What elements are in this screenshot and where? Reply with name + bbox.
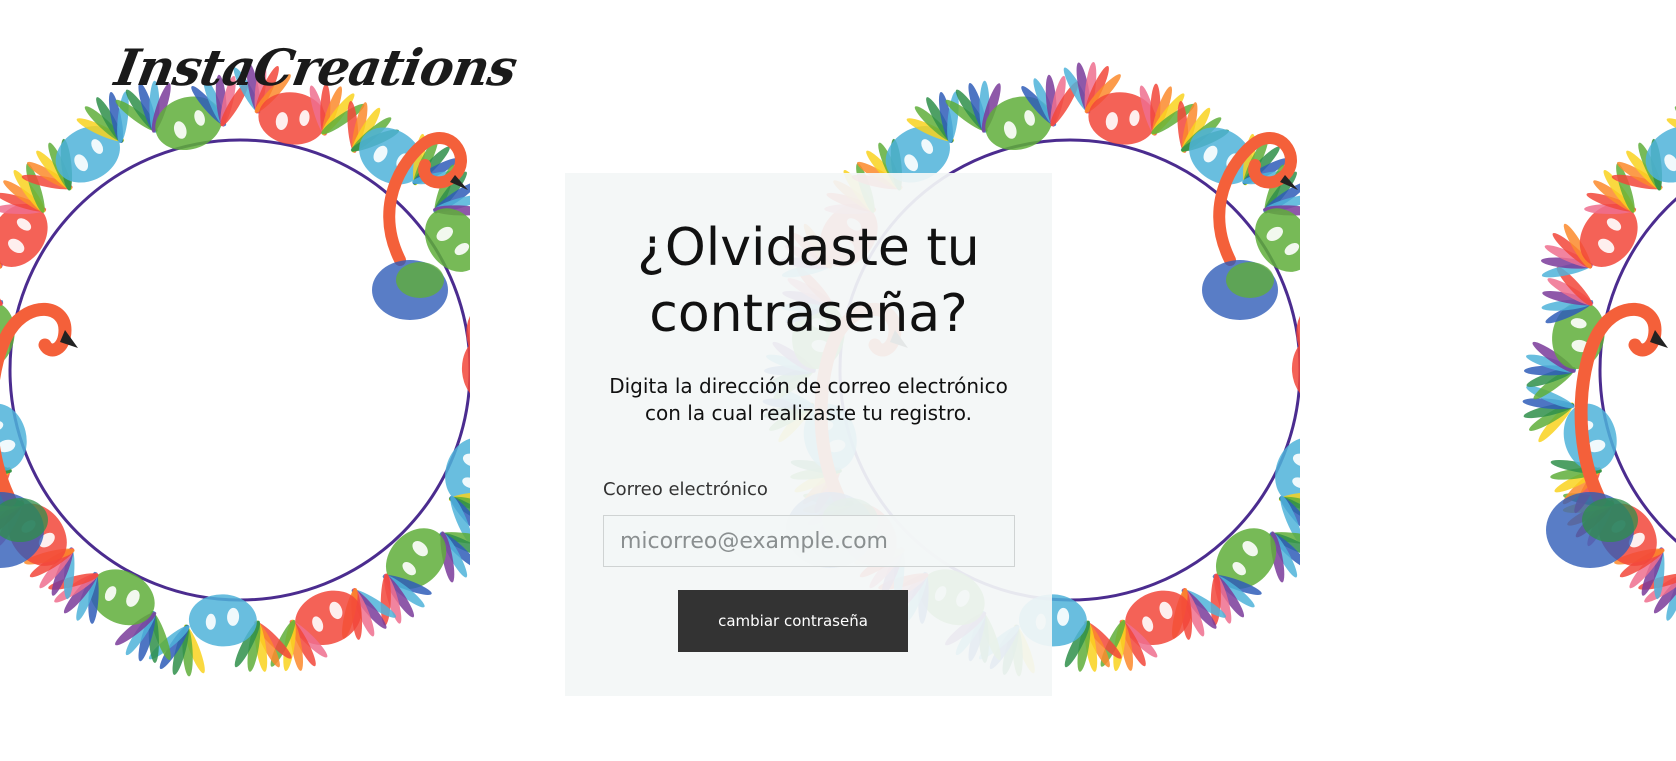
email-input[interactable] xyxy=(603,515,1015,567)
page: InstaCreations ¿Olvidaste tu contraseña?… xyxy=(0,0,1676,761)
change-password-button[interactable]: cambiar contraseña xyxy=(678,590,908,652)
page-title: ¿Olvidaste tu contraseña? xyxy=(637,218,980,344)
email-label: Correo electrónico xyxy=(603,479,768,500)
site-logo[interactable]: InstaCreations xyxy=(111,38,521,97)
instructions-text: Digita la dirección de correo electrónic… xyxy=(609,374,1008,425)
flamingo-wreath-illustration-left xyxy=(0,61,470,677)
forgot-password-card: ¿Olvidaste tu contraseña? Digita la dire… xyxy=(565,173,1052,696)
flamingo-wreath-illustration-right xyxy=(1522,106,1676,621)
